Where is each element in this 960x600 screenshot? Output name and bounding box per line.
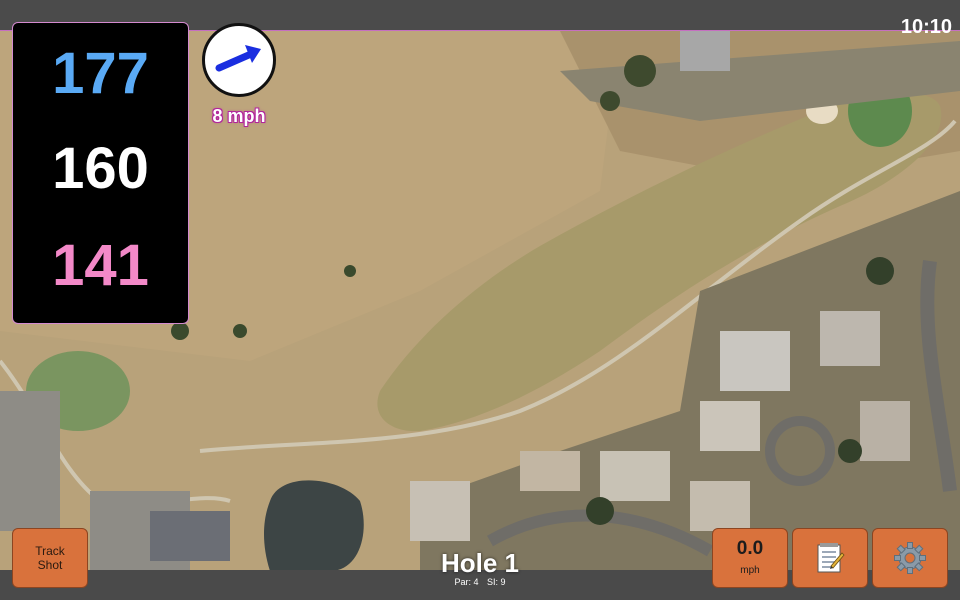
clock-time: 10:10 — [900, 16, 952, 38]
wind-direction-dial — [202, 23, 276, 97]
front-distance: 141 — [52, 233, 149, 298]
arrow-east-northeast-icon — [215, 45, 261, 72]
track-shot-label-line2: Shot — [37, 558, 63, 572]
track-shot-label-line1: Track — [35, 544, 65, 558]
middle-distance: 160 — [52, 136, 149, 201]
settings-button[interactable] — [872, 528, 948, 588]
track-shot-button[interactable]: Track Shot — [12, 528, 88, 588]
speed-value: 0.0 — [736, 538, 764, 559]
speed-button[interactable]: 0.0 mph — [712, 528, 788, 588]
speed-unit: mph — [740, 565, 760, 576]
hole-title: Hole 1 — [440, 548, 520, 578]
wind-speed-label: 8 mph — [212, 106, 266, 126]
notes-button[interactable] — [792, 528, 868, 588]
notepad-icon — [817, 543, 845, 573]
hole-par: Par: 4 — [454, 577, 479, 587]
back-distance: 177 — [52, 41, 149, 106]
gear-icon — [894, 542, 926, 574]
hole-stroke-index: SI: 9 — [487, 577, 506, 587]
distance-panel: 177 160 141 — [12, 22, 189, 324]
hole-info: Par: 4 SI: 9 — [380, 577, 580, 587]
